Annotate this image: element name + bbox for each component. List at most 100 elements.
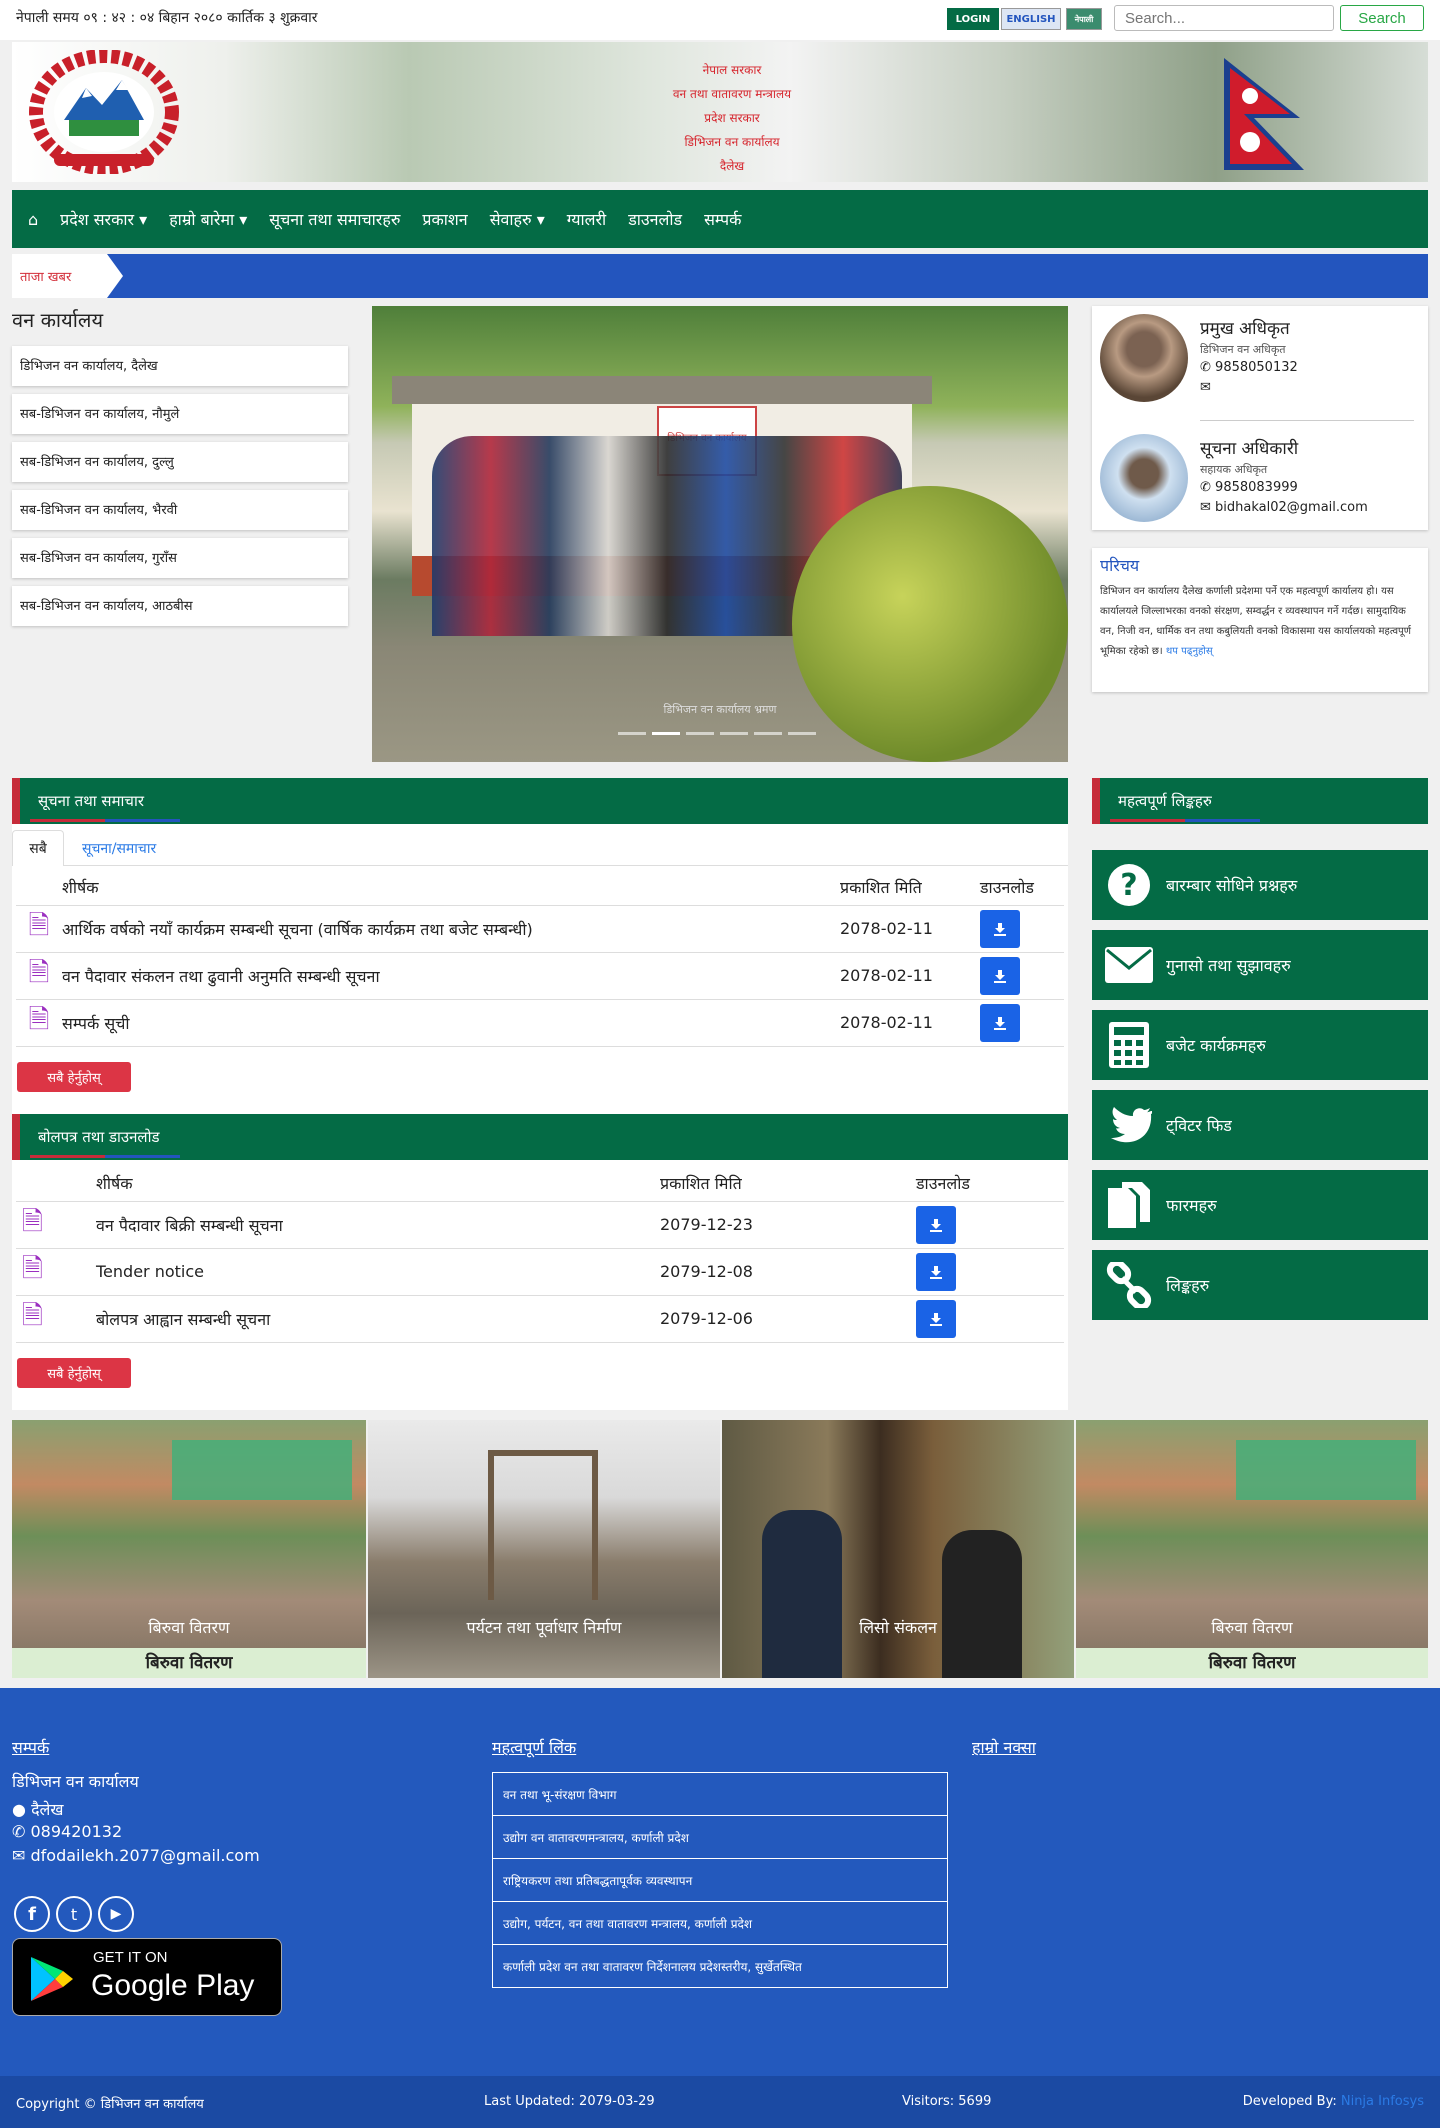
main-nav: ⌂ प्रदेश सरकार ▾ हाम्रो बारेमा ▾ सूचना त…	[12, 190, 1428, 248]
file-icon: 🗎	[22, 1206, 43, 1237]
service-links[interactable]: लिङ्कहरु	[1092, 1250, 1428, 1320]
gallery-item[interactable]: बिरुवा वितरण बिरुवा वितरण	[12, 1420, 366, 1678]
list-item[interactable]: डिभिजन वन कार्यालय, दैलेख	[12, 346, 348, 386]
last-updated: Last Updated: 2079-03-29	[484, 2094, 655, 2109]
download-button[interactable]	[916, 1252, 956, 1291]
nav-item-gallery[interactable]: ग्यालरी	[567, 208, 606, 230]
download-title[interactable]: बोलपत्र आह्वान सम्बन्धी सूचना	[96, 1295, 660, 1342]
nav-item-news[interactable]: सूचना तथा समाचारहरु	[269, 208, 400, 230]
bushes	[792, 486, 1068, 762]
footer-email[interactable]: ✉ dfodailekh.2077@gmail.com	[12, 1846, 260, 1865]
download-button[interactable]	[916, 1299, 956, 1338]
ticker-label: ताजा खबर	[12, 254, 107, 298]
home-icon[interactable]: ⌂	[28, 210, 38, 229]
phone-icon: ✆	[1200, 480, 1211, 495]
developer-link[interactable]: Ninja Infosys	[1341, 2094, 1424, 2109]
staff-email[interactable]: ✉ bidhakal02@gmail.com	[1200, 500, 1368, 515]
list-item[interactable]: सब-डिभिजन वन कार्यालय, भैरवी	[12, 490, 348, 530]
nav-item-services[interactable]: सेवाहरु ▾	[490, 208, 545, 230]
footer-link[interactable]: उद्योग, पर्यटन, वन तथा वातावरण मन्त्रालय…	[493, 1902, 947, 1945]
col-title: शीर्षक	[62, 878, 99, 898]
nav-item-download[interactable]: डाउनलोड	[628, 208, 682, 230]
service-budget[interactable]: बजेट कार्यक्रमहरु	[1092, 1010, 1428, 1080]
download-title[interactable]: Tender notice	[96, 1248, 660, 1295]
tab-notice[interactable]: सूचना/समाचार	[64, 830, 174, 866]
download-date: 2079-12-08	[660, 1262, 753, 1281]
facebook-icon[interactable]: f	[14, 1896, 50, 1932]
header-banner: नेपाल सरकार वन तथा वातावरण मन्त्रालय प्रदे…	[12, 42, 1428, 182]
notice-title[interactable]: वन पैदावार संकलन तथा ढुवानी अनुमति सम्बन…	[62, 952, 840, 999]
staff-name: प्रमुख अधिकृत	[1200, 319, 1290, 339]
download-button[interactable]	[980, 909, 1020, 948]
download-icon	[994, 969, 1006, 983]
twitter-icon	[1092, 1106, 1166, 1144]
gallery-item[interactable]: लिसो संकलन	[722, 1420, 1074, 1678]
list-item[interactable]: सब-डिभिजन वन कार्यालय, दुल्लु	[12, 442, 348, 482]
slider-indicators[interactable]	[618, 732, 816, 735]
nav-item-publication[interactable]: प्रकाशन	[422, 208, 467, 230]
table-row: 🗎 बोलपत्र आह्वान सम्बन्धी सूचना 2079-12-…	[16, 1295, 1064, 1342]
staff-phone: ✆ 9858050132	[1200, 360, 1298, 375]
nav-item-about[interactable]: हाम्रो बारेमा ▾	[169, 208, 247, 230]
list-item[interactable]: सब-डिभिजन वन कार्यालय, नौमुले	[12, 394, 348, 434]
footer-contact-title: सम्पर्क	[12, 1738, 50, 1757]
intro-card: परिचय डिभिजन वन कार्यालय दैलेख कर्णाली प…	[1092, 548, 1428, 692]
view-all-downloads-button[interactable]: सबै हेर्नुहोस्	[17, 1358, 131, 1388]
visitors-count: Visitors: 5699	[902, 2094, 992, 2109]
table-row: 🗎 वन पैदावार बिक्री सम्बन्धी सूचना 2079-…	[16, 1201, 1064, 1248]
notice-title[interactable]: आर्थिक वर्षको नयाँ कार्यक्रम सम्बन्धी सू…	[62, 905, 840, 952]
footer-link[interactable]: उद्योग वन वातावरणमन्त्रालय, कर्णाली प्रद…	[493, 1816, 947, 1859]
envelope-icon	[1092, 946, 1166, 984]
footer-link[interactable]: कर्णाली प्रदेश वन तथा वातावरण निर्देशनाल…	[493, 1945, 947, 1988]
google-play-badge[interactable]: GET IT ON Google Play	[12, 1938, 282, 2016]
staff-card: प्रमुख अधिकृत डिभिजन वन अधिकृत ✆ 9858050…	[1092, 306, 1428, 530]
gallery-item[interactable]: बिरुवा वितरण बिरुवा वितरण	[1076, 1420, 1428, 1678]
download-title[interactable]: वन पैदावार बिक्री सम्बन्धी सूचना	[96, 1201, 660, 1248]
view-all-notices-button[interactable]: सबै हेर्नुहोस्	[17, 1062, 131, 1092]
map-marker-icon: ●	[12, 1800, 26, 1819]
service-forms[interactable]: फारमहरु	[1092, 1170, 1428, 1240]
copyright-bar: Copyright © डिभिजन वन कार्यालय Last Upda…	[0, 2076, 1440, 2128]
nav-item-province[interactable]: प्रदेश सरकार ▾	[60, 208, 147, 230]
top-bar: नेपाली समय ०९ : ४२ : ०४ बिहान २०८० कार्त…	[0, 0, 1440, 40]
read-more-link[interactable]: थप पढ्नुहोस्	[1166, 646, 1213, 657]
nepal-emblem-icon	[29, 50, 179, 174]
download-button[interactable]	[916, 1205, 956, 1244]
service-feedback[interactable]: गुनासो तथा सुझावहरु	[1092, 930, 1428, 1000]
list-item[interactable]: सब-डिभिजन वन कार्यालय, गुराँस	[12, 538, 348, 578]
search-input[interactable]	[1114, 5, 1334, 31]
youtube-icon[interactable]: ▶	[98, 1896, 134, 1932]
social-icons: f t ▶	[14, 1896, 134, 1932]
twitter-icon[interactable]: t	[56, 1896, 92, 1932]
col-date: प्रकाशित मिति	[660, 1174, 742, 1194]
search-button[interactable]: Search	[1340, 5, 1424, 31]
notice-date: 2078-02-11	[840, 966, 933, 985]
notice-title[interactable]: सम्पर्क सूची	[62, 999, 840, 1046]
gallery-caption: पर्यटन तथा पूर्वाधार निर्माण	[466, 1618, 622, 1637]
service-twitter[interactable]: ट्विटर फिड	[1092, 1090, 1428, 1160]
download-icon	[994, 922, 1006, 936]
download-button[interactable]	[980, 1003, 1020, 1042]
download-button[interactable]	[980, 956, 1020, 995]
notices-tabs: सबै सूचना/समाचार	[12, 830, 1068, 866]
footer-org: डिभिजन वन कार्यालय	[12, 1772, 139, 1791]
notices-header: सूचना तथा समाचार	[12, 778, 1068, 824]
download-date: 2079-12-23	[660, 1215, 753, 1234]
copyright-text: Copyright © डिभिजन वन कार्यालय	[16, 2097, 204, 2112]
footer-link[interactable]: वन तथा भू-संरक्षण विभाग	[493, 1773, 947, 1816]
footer-link[interactable]: राष्ट्रियकरण तथा प्रतिबद्धतापूर्वक व्यवस…	[493, 1859, 947, 1902]
service-faq[interactable]: ? बारम्बार सोधिने प्रश्नहरु	[1092, 850, 1428, 920]
file-icon: 🗎	[28, 910, 50, 941]
col-download: डाउनलोड	[980, 878, 1034, 898]
gallery-caption: लिसो संकलन	[859, 1618, 937, 1637]
nepali-button[interactable]: नेपाली	[1066, 8, 1102, 30]
list-item[interactable]: सब-डिभिजन वन कार्यालय, आठबीस	[12, 586, 348, 626]
calculator-icon	[1092, 1021, 1166, 1069]
photo-slider[interactable]: डिभिजन वन कार्यालय डिभिजन वन कार्यालय भ्…	[372, 306, 1068, 762]
staff-phone: ✆ 9858083999	[1200, 480, 1298, 495]
english-button[interactable]: ENGLISH	[1001, 8, 1061, 30]
gallery-item[interactable]: पर्यटन तथा पूर्वाधार निर्माण	[368, 1420, 720, 1678]
tab-all[interactable]: सबै	[12, 830, 64, 866]
login-button[interactable]: LOGIN	[947, 8, 999, 30]
nav-item-contact[interactable]: सम्पर्क	[704, 208, 741, 230]
